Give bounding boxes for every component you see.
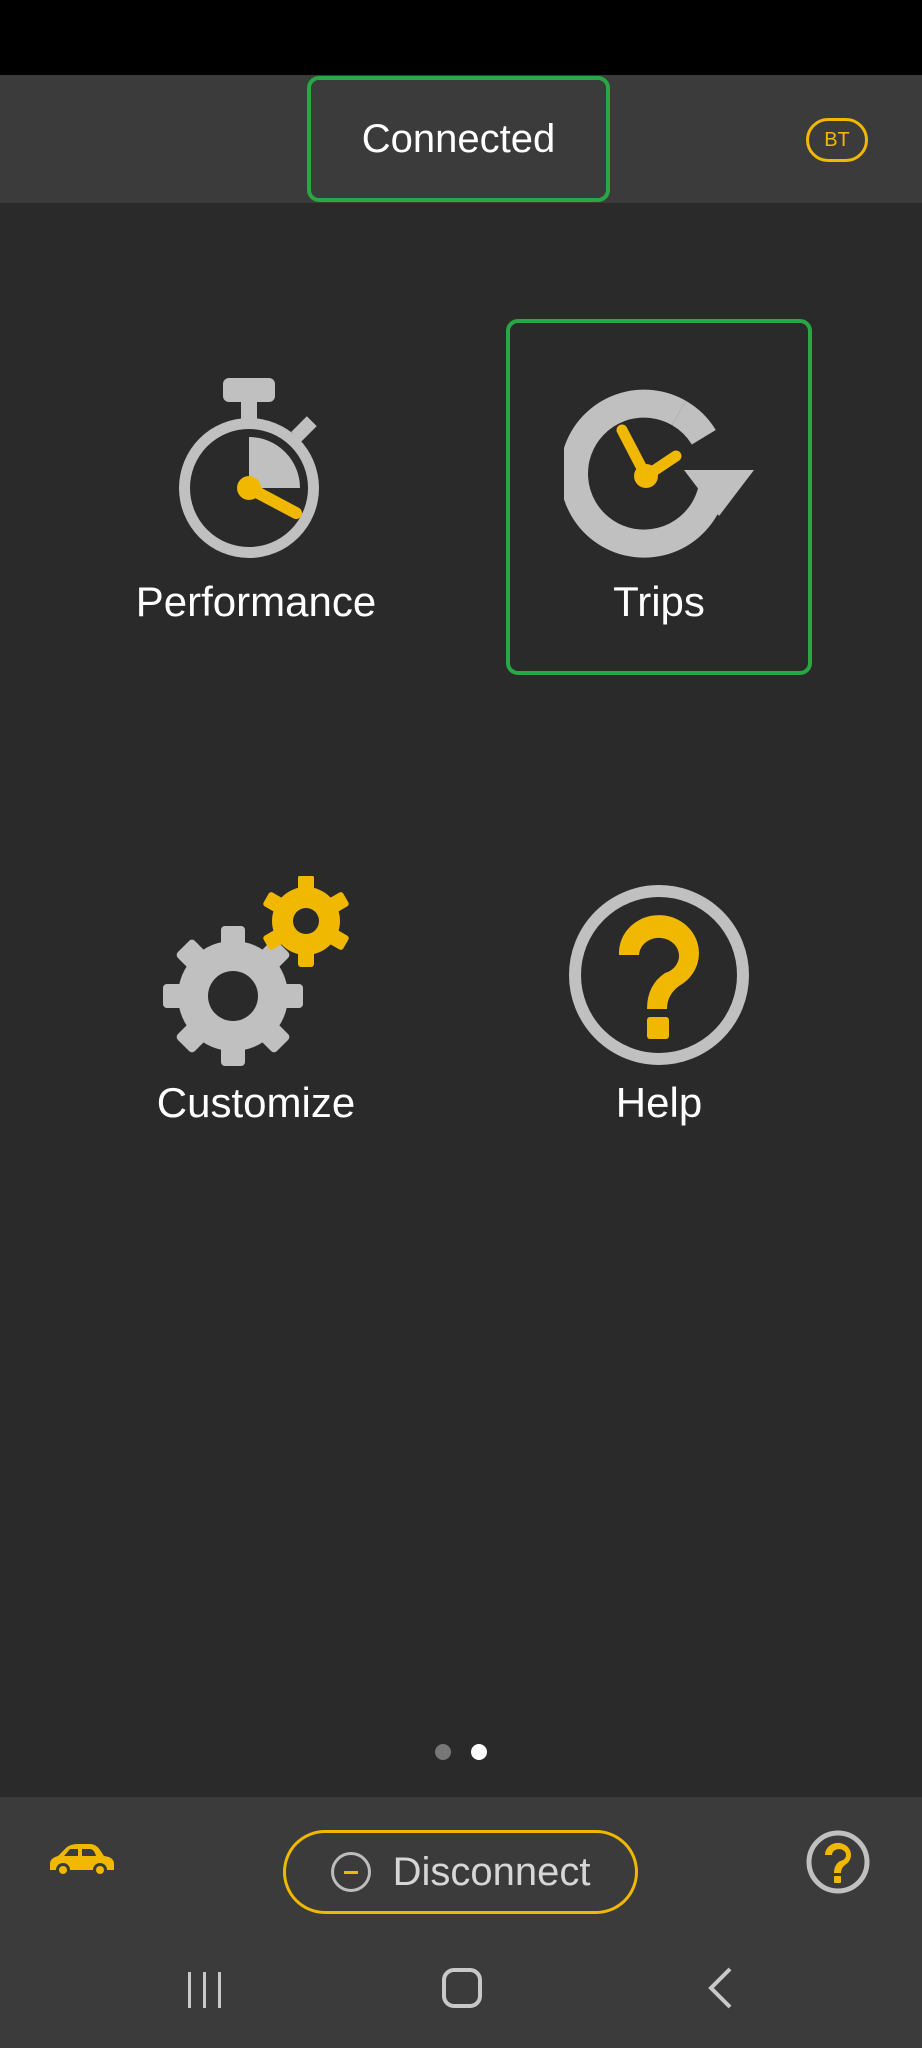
disconnect-label: Disconnect (392, 1849, 591, 1894)
car-icon[interactable] (46, 1840, 116, 1880)
help-icon[interactable] (806, 1830, 870, 1894)
connection-status-label: Connected (361, 116, 556, 161)
trip-history-icon (564, 389, 754, 558)
tile-help-label: Help (615, 1079, 703, 1126)
tile-customize[interactable]: Customize (103, 817, 409, 1173)
back-icon[interactable] (706, 1966, 736, 2010)
page-indicator (0, 1744, 922, 1764)
page-dot-1[interactable] (435, 1744, 451, 1760)
home-icon[interactable] (441, 1967, 483, 2009)
minus-circle-icon (330, 1852, 371, 1892)
bluetooth-badge[interactable]: BT (806, 118, 868, 162)
status-bar (0, 0, 922, 75)
bluetooth-badge-label: BT (824, 128, 850, 151)
gears-icon (163, 876, 349, 1066)
tile-help[interactable]: Help (506, 817, 812, 1173)
tile-trips-label: Trips (613, 578, 705, 625)
tile-performance[interactable]: Performance (103, 319, 409, 675)
page-dot-2-active[interactable] (471, 1744, 487, 1760)
connection-status-indicator[interactable]: Connected (307, 76, 610, 202)
tile-trips[interactable]: Trips (506, 319, 812, 675)
stopwatch-icon (179, 378, 319, 558)
recents-icon[interactable] (185, 1970, 225, 2010)
help-icon (569, 885, 749, 1065)
tile-customize-label: Customize (156, 1079, 356, 1126)
tile-performance-label: Performance (135, 578, 377, 625)
disconnect-button[interactable]: Disconnect (283, 1830, 638, 1914)
